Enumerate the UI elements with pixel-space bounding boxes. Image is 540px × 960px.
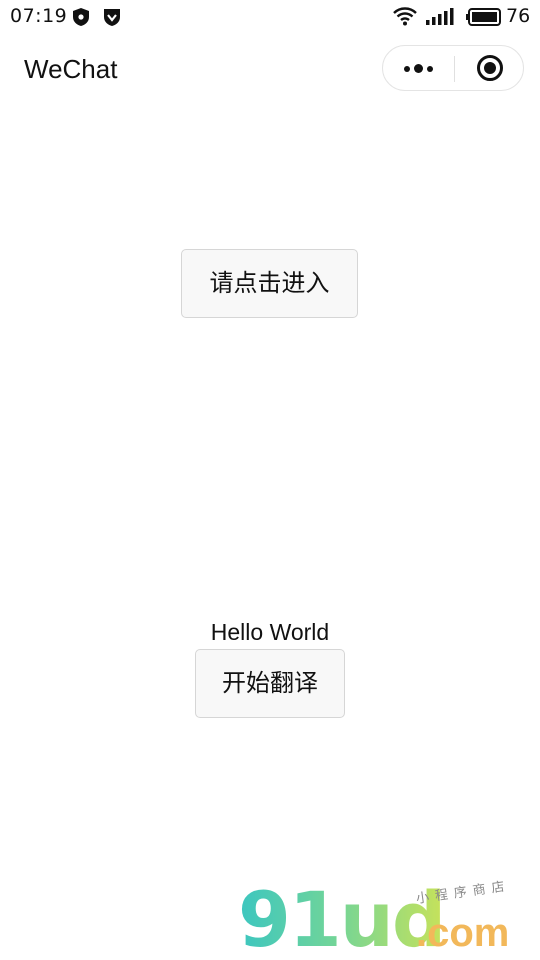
page-title: WeChat — [24, 54, 118, 84]
battery-icon — [466, 8, 501, 26]
nav-bar: WeChat — [0, 34, 540, 106]
status-bar: 07:19 76 — [0, 0, 540, 34]
more-icon[interactable] — [383, 46, 455, 90]
miniprogram-capsule — [382, 45, 524, 91]
shield-check-icon — [104, 9, 120, 26]
status-time: 07:19 — [10, 5, 68, 27]
signal-icon — [426, 8, 454, 25]
watermark-domain: .com — [416, 911, 510, 955]
enter-button[interactable]: 请点击进入 — [181, 249, 358, 318]
start-translate-button[interactable]: 开始翻译 — [195, 649, 345, 718]
battery-level: 76 — [506, 5, 531, 27]
watermark-logo: 91ud 小程序商店 .com — [238, 875, 540, 960]
wifi-icon — [393, 7, 417, 26]
shield-icon — [73, 8, 89, 26]
watermark-brand: 91ud — [238, 875, 446, 960]
close-miniprogram-icon[interactable] — [455, 46, 523, 90]
screen: 07:19 76 WeChat 请点击进入 Hello World 开始翻译 9… — [0, 0, 540, 960]
hello-text: Hello World — [210, 619, 330, 645]
